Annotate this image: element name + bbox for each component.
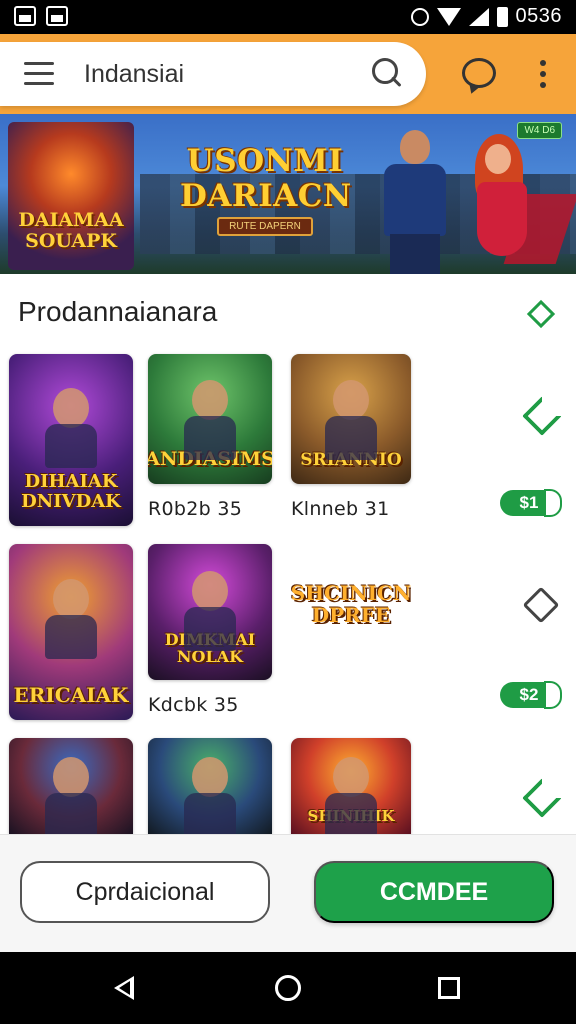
shield-check-icon[interactable] <box>522 396 562 436</box>
search-input[interactable]: Indansiai <box>84 60 184 89</box>
search-bar[interactable]: Indansiai <box>0 42 426 106</box>
game-card[interactable] <box>148 738 272 834</box>
app-notification-icon <box>46 6 68 26</box>
notification-icons <box>14 6 68 26</box>
system-icons: 0536 <box>410 5 563 28</box>
gallery-icon <box>14 6 36 26</box>
game-card[interactable]: ANDIASIMS <box>148 354 272 484</box>
banner-thumbnail-title: DAIAMAA SOUAPK <box>18 209 124 253</box>
banner-heroine-illustration <box>455 134 576 274</box>
price-badge[interactable]: $1 <box>500 489 562 517</box>
tag-icon[interactable] <box>522 586 560 624</box>
game-logo[interactable]: SHCINICN DPRFE <box>291 564 411 644</box>
more-options-icon[interactable] <box>540 60 546 90</box>
battery-icon <box>496 6 508 27</box>
menu-icon[interactable] <box>24 62 54 86</box>
banner-badge: W4 D6 <box>517 122 562 139</box>
status-bar: 0536 <box>0 0 576 34</box>
system-nav-bar <box>0 952 576 1024</box>
back-icon[interactable] <box>114 976 134 1000</box>
alarm-icon <box>410 7 429 26</box>
secondary-button[interactable]: Cprdaicional <box>20 861 270 923</box>
app-bar: Indansiai <box>0 34 576 114</box>
price-badge[interactable]: $2 <box>500 681 562 709</box>
banner-title: USONMI DARIACN RUTE DAPERN <box>180 143 352 237</box>
clock: 0536 <box>515 5 562 27</box>
game-card[interactable]: ERICAIAK <box>9 544 133 720</box>
game-card[interactable]: DIHAIAK DNIVDAK <box>9 354 133 526</box>
primary-button[interactable]: CCMDEE <box>314 861 554 923</box>
banner-thumbnail[interactable]: DAIAMAA SOUAPK <box>8 122 134 270</box>
banner-title-line-1: USONMI <box>186 143 344 179</box>
bottom-action-bar: Cprdaicional CCMDEE <box>0 834 576 952</box>
section-title: Prodannaianara <box>18 296 218 327</box>
game-card-title: ERICAIAK <box>13 683 129 707</box>
signal-icon <box>468 7 489 26</box>
game-card-caption: Klnneb 31 <box>291 498 390 520</box>
shield-check-icon[interactable] <box>522 778 562 818</box>
game-card[interactable]: SRIANNIO <box>291 354 411 484</box>
game-card-caption: Kdcbk 35 <box>148 694 239 716</box>
product-section: Prodannaianara DIHAIAK DNIVDAK ANDIASIMS… <box>0 274 576 834</box>
wifi-icon <box>436 7 461 26</box>
game-card-caption: R0b2b 35 <box>148 498 243 520</box>
banner-subtitle: RUTE DAPERN <box>217 217 313 237</box>
game-card[interactable]: DIMKMAI NOLAK <box>148 544 272 680</box>
chat-icon[interactable] <box>462 58 496 88</box>
game-logo-title: SHCINICN DPRFE <box>291 581 411 627</box>
game-card[interactable]: SHINIHIK <box>291 738 411 834</box>
home-icon[interactable] <box>275 975 301 1001</box>
search-icon[interactable] <box>370 56 404 90</box>
banner-title-line-2: DARIACN <box>180 177 352 214</box>
diamond-icon[interactable] <box>526 299 556 329</box>
game-card-title: DIHAIAK DNIVDAK <box>21 471 121 513</box>
game-card[interactable] <box>9 738 133 834</box>
recents-icon[interactable] <box>438 977 460 999</box>
featured-banner[interactable]: DAIAMAA SOUAPK USONMI DARIACN RUTE DAPER… <box>0 114 576 274</box>
banner-hero-illustration <box>370 126 460 274</box>
